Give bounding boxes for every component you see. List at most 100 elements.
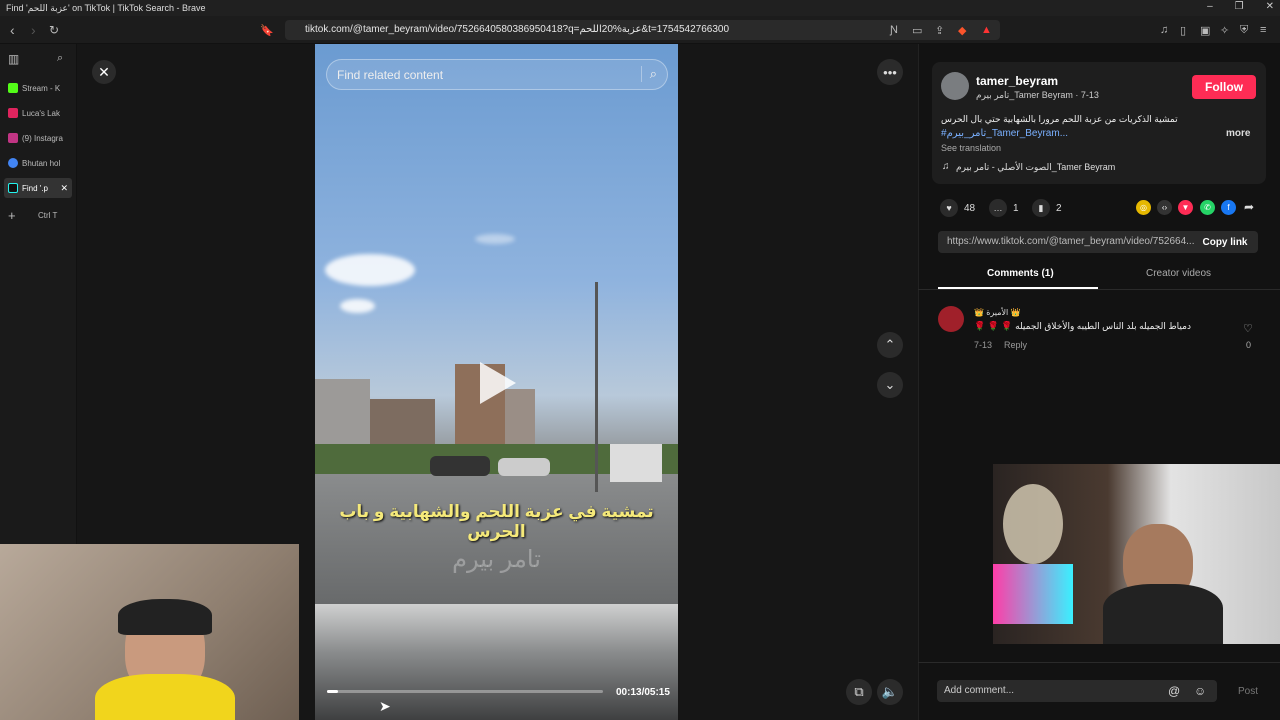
- tab-comments[interactable]: Comments (1): [987, 268, 1054, 279]
- guest-webcam: [993, 464, 1280, 644]
- streamer-webcam: [0, 544, 299, 720]
- wallet-icon[interactable]: ▣: [1200, 24, 1210, 37]
- url-text: tiktok.com/@tamer_beyram/video/752664058…: [305, 24, 730, 35]
- next-video-icon[interactable]: ⌄: [877, 372, 903, 398]
- progress-fill: [327, 690, 339, 693]
- tab-label: (9) Instagra: [22, 133, 63, 143]
- sound-name[interactable]: الصوت الأصلي - تامر بيرم_Tamer Beyram: [956, 162, 1115, 173]
- close-video-icon[interactable]: ✕: [92, 60, 116, 84]
- save-stat[interactable]: ▮ 2: [1032, 199, 1062, 217]
- play-icon[interactable]: [480, 362, 516, 404]
- related-search-input[interactable]: Find related content ⌕: [326, 59, 668, 90]
- like-count: 48: [964, 202, 976, 214]
- tab-item[interactable]: (9) Instagra: [4, 128, 72, 148]
- sidebar-toggle-icon[interactable]: ▯: [1180, 24, 1186, 37]
- search-icon[interactable]: ⌕: [640, 66, 657, 82]
- add-comment-placeholder: Add comment...: [944, 685, 1015, 696]
- author-subtitle: تامر بيرم_Tamer Beyram · 7-13: [976, 90, 1099, 100]
- brave-shields-icon[interactable]: ◆: [958, 24, 966, 37]
- mouse-cursor-icon: ➤: [379, 698, 391, 714]
- search-tabs-icon[interactable]: ⌕: [57, 52, 63, 65]
- tab-item-active[interactable]: Find '.p ✕: [4, 178, 72, 198]
- google-icon: [8, 158, 18, 168]
- media-icon[interactable]: ♫: [1160, 24, 1168, 36]
- post-description: تمشية الذكريات من عزبة اللحم مرورا بالشه…: [941, 114, 1178, 124]
- comment-date: 7-13: [974, 340, 993, 350]
- share-icon[interactable]: ➦: [1244, 200, 1254, 214]
- back-icon[interactable]: ‹: [10, 22, 15, 38]
- tab-label: Bhutan hol: [22, 158, 61, 168]
- more-options-icon[interactable]: •••: [877, 59, 903, 85]
- pip-icon[interactable]: ⧉: [846, 679, 872, 705]
- author-avatar[interactable]: [941, 72, 969, 100]
- video-time: 00:13/05:15: [616, 687, 670, 698]
- see-translation-link[interactable]: See translation: [941, 143, 1001, 153]
- video-link-text: https://www.tiktok.com/@tamer_beyram/vid…: [947, 236, 1195, 247]
- share-page-icon[interactable]: ⇪: [935, 24, 944, 37]
- close-window-icon[interactable]: ✕: [1266, 1, 1274, 12]
- vpn-icon[interactable]: ⛨: [1240, 24, 1248, 37]
- reload-icon[interactable]: ↻: [49, 23, 59, 37]
- send-icon[interactable]: ▼: [1178, 200, 1193, 215]
- forward-icon[interactable]: ›: [31, 22, 36, 38]
- cast-icon[interactable]: ▭: [912, 24, 922, 37]
- embed-icon[interactable]: ‹›: [1157, 200, 1172, 215]
- window-controls: – ❐ ✕: [1207, 1, 1274, 12]
- music-icon: ♫: [942, 161, 950, 172]
- video-caption: تمشية في عزبة اللحم والشهابية و باب الحر…: [339, 502, 654, 541]
- tab-sidebar-icon[interactable]: ▥: [8, 52, 19, 66]
- tab-item[interactable]: Stream - K: [4, 78, 72, 98]
- brave-rewards-icon[interactable]: ▲: [981, 24, 992, 36]
- comment-like-icon[interactable]: ♡: [1243, 322, 1253, 335]
- follow-button[interactable]: Follow: [1192, 75, 1256, 99]
- mention-icon[interactable]: @: [1168, 684, 1180, 698]
- close-tab-icon[interactable]: ✕: [60, 183, 68, 194]
- comment-like-count: 0: [1246, 340, 1252, 350]
- tab-creator-videos[interactable]: Creator videos: [1146, 268, 1211, 279]
- tab-label: Stream - K: [22, 83, 61, 93]
- video-progress-bar[interactable]: [327, 690, 603, 693]
- tab-item[interactable]: Luca's Lak: [4, 103, 72, 123]
- window-titlebar: Find 'عزبة اللحم' on TikTok | TikTok Sea…: [0, 0, 1280, 16]
- tab-label: Luca's Lak: [22, 108, 60, 118]
- bookmark-save-icon[interactable]: ▮: [1032, 199, 1050, 217]
- whatsapp-icon[interactable]: ✆: [1200, 200, 1215, 215]
- bookmark-icon[interactable]: 🔖: [260, 24, 274, 37]
- post-hashtags[interactable]: #تامر_بيرم_Tamer_Beyram...: [941, 128, 1068, 139]
- facebook-icon[interactable]: f: [1221, 200, 1236, 215]
- coin-icon[interactable]: ◎: [1136, 200, 1151, 215]
- tab-item[interactable]: Bhutan hol: [4, 153, 72, 173]
- emoji-icon[interactable]: ☺: [1194, 684, 1206, 698]
- site-icon: [8, 108, 18, 118]
- new-tab-icon[interactable]: +: [8, 208, 16, 223]
- comment-count: 1: [1013, 202, 1019, 214]
- minimize-icon[interactable]: –: [1207, 1, 1213, 12]
- menu-icon[interactable]: ≡: [1260, 24, 1266, 36]
- volume-icon[interactable]: 🔈: [877, 679, 903, 705]
- copy-link-button[interactable]: Copy link: [1196, 231, 1254, 253]
- comment-stat[interactable]: … 1: [989, 199, 1019, 217]
- new-tab-shortcut: Ctrl T: [38, 211, 58, 220]
- more-button[interactable]: more: [1226, 128, 1250, 139]
- video-watermark: تامر بيرم: [452, 546, 541, 573]
- save-count: 2: [1056, 202, 1062, 214]
- previous-video-icon[interactable]: ⌃: [877, 332, 903, 358]
- heart-icon[interactable]: ♥: [940, 199, 958, 217]
- extensions-icon[interactable]: ✧: [1220, 24, 1229, 37]
- composer-divider: [918, 662, 1280, 663]
- author-username[interactable]: tamer_beyram: [976, 74, 1058, 88]
- commenter-avatar[interactable]: [938, 306, 964, 332]
- instagram-icon: [8, 133, 18, 143]
- post-comment-button[interactable]: Post: [1238, 686, 1258, 697]
- like-stat[interactable]: ♥ 48: [940, 199, 975, 217]
- restore-icon[interactable]: ❐: [1235, 1, 1244, 12]
- comment-icon[interactable]: …: [989, 199, 1007, 217]
- browser-toolbar: ‹ › ↻ 🔖 tiktok.com/@tamer_beyram/video/7…: [0, 16, 1280, 44]
- comment-text: 🌹 🌹 🌹 دمياط الجميله بلد الناس الطيبه وال…: [974, 321, 1191, 331]
- reader-icon[interactable]: Ɲ: [890, 24, 898, 36]
- reply-button[interactable]: Reply: [1004, 340, 1027, 350]
- tab-divider: [918, 289, 1280, 290]
- commenter-name[interactable]: 👑 الأميرة 👑: [974, 308, 1020, 317]
- search-placeholder: Find related content: [337, 68, 444, 82]
- tiktok-icon: [8, 183, 18, 193]
